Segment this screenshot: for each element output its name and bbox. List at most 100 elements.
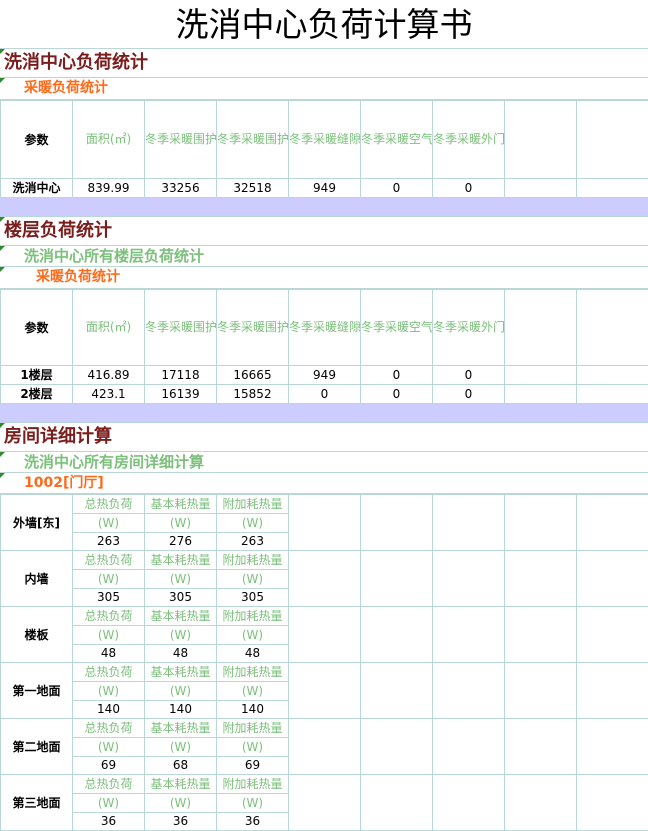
row-label: 1楼层 xyxy=(1,366,73,385)
cell-air: 0 xyxy=(361,179,433,198)
header-basic-heat: 冬季采暖围护结构基本耗热量(W) xyxy=(145,290,217,366)
unit-label: (W) xyxy=(217,626,289,645)
cell-basic: 16139 xyxy=(145,385,217,404)
room-item-header-row: 第三地面总热负荷基本耗热量附加耗热量 xyxy=(1,775,648,794)
room-item-header-row: 楼板总热负荷基本耗热量附加耗热量 xyxy=(1,607,648,626)
value-cell: 36 xyxy=(217,813,289,831)
unit-label: (W) xyxy=(217,738,289,757)
col-head: 总热负荷 xyxy=(73,775,145,794)
empty-cell xyxy=(361,663,433,719)
col-head: 基本耗热量 xyxy=(145,775,217,794)
empty-cell xyxy=(505,495,577,551)
empty-cell xyxy=(505,101,577,179)
unit-label: (W) xyxy=(73,570,145,589)
header-door-heat: 冬季采暖外门开启冲入冷风耗热量(W) xyxy=(433,290,505,366)
unit-label: (W) xyxy=(217,682,289,701)
cell-basic: 33256 xyxy=(145,179,217,198)
unit-label: (W) xyxy=(217,514,289,533)
center-load-table: 参数 面积(㎡) 冬季采暖围护结构基本耗热量(W) 冬季采暖围护结构附加耗热量(… xyxy=(0,100,648,198)
empty-cell xyxy=(577,775,648,831)
room-item-header-row: 第二地面总热负荷基本耗热量附加耗热量 xyxy=(1,719,648,738)
col-head: 基本耗热量 xyxy=(145,495,217,514)
empty-cell xyxy=(433,775,505,831)
separator-band xyxy=(0,404,648,423)
value-cell: 140 xyxy=(145,701,217,719)
unit-label: (W) xyxy=(145,682,217,701)
empty-cell xyxy=(361,719,433,775)
col-head: 附加耗热量 xyxy=(217,719,289,738)
row-label: 洗消中心 xyxy=(1,179,73,198)
room-item-label: 楼板 xyxy=(1,607,73,663)
value-cell: 305 xyxy=(217,589,289,607)
value-cell: 36 xyxy=(73,813,145,831)
unit-label: (W) xyxy=(73,514,145,533)
unit-label: (W) xyxy=(145,738,217,757)
value-cell: 140 xyxy=(217,701,289,719)
col-head: 附加耗热量 xyxy=(217,495,289,514)
cell-extra: 32518 xyxy=(217,179,289,198)
section-title-center-load: 洗消中心负荷统计 xyxy=(0,49,648,78)
col-head: 附加耗热量 xyxy=(217,551,289,570)
room-item-label: 内墙 xyxy=(1,551,73,607)
empty-cell xyxy=(505,607,577,663)
cell-extra: 15852 xyxy=(217,385,289,404)
empty-cell xyxy=(505,663,577,719)
subsection-heating-load: 采暖负荷统计 xyxy=(0,78,648,100)
empty-cell xyxy=(577,663,648,719)
value-cell: 263 xyxy=(217,533,289,551)
empty-cell xyxy=(577,366,648,385)
value-cell: 68 xyxy=(145,757,217,775)
value-cell: 48 xyxy=(145,645,217,663)
col-head: 基本耗热量 xyxy=(145,551,217,570)
unit-label: (W) xyxy=(145,570,217,589)
cell-door: 0 xyxy=(433,179,505,198)
header-extra-heat: 冬季采暖围护结构附加耗热量(W) xyxy=(217,290,289,366)
empty-cell xyxy=(577,101,648,179)
col-head: 附加耗热量 xyxy=(217,775,289,794)
subsection-floor-heating: 采暖负荷统计 xyxy=(0,267,648,289)
empty-cell xyxy=(577,290,648,366)
floor-load-table: 参数 面积(㎡) 冬季采暖围护结构基本耗热量(W) 冬季采暖围护结构附加耗热量(… xyxy=(0,289,648,404)
cell-gap: 949 xyxy=(289,366,361,385)
empty-cell xyxy=(577,495,648,551)
col-head: 总热负荷 xyxy=(73,607,145,626)
col-head: 基本耗热量 xyxy=(145,719,217,738)
value-cell: 305 xyxy=(145,589,217,607)
empty-cell xyxy=(361,607,433,663)
empty-cell xyxy=(505,366,577,385)
section-title-floor-load: 楼层负荷统计 xyxy=(0,217,648,246)
subsection-all-rooms: 洗消中心所有房间详细计算 xyxy=(0,452,648,473)
col-head: 基本耗热量 xyxy=(145,663,217,682)
header-gap-heat: 冬季采暖缝隙渗透耗热量(W) xyxy=(289,101,361,179)
cell-extra: 16665 xyxy=(217,366,289,385)
row-label: 2楼层 xyxy=(1,385,73,404)
empty-cell xyxy=(433,719,505,775)
unit-label: (W) xyxy=(217,570,289,589)
header-param: 参数 xyxy=(1,101,73,179)
spreadsheet: 洗消中心负荷计算书 洗消中心负荷统计 采暖负荷统计 参数 面积(㎡) 冬季采暖围… xyxy=(0,0,648,825)
room-item-label: 第二地面 xyxy=(1,719,73,775)
value-cell: 276 xyxy=(145,533,217,551)
cell-door: 0 xyxy=(433,366,505,385)
empty-cell xyxy=(577,179,648,198)
value-cell: 263 xyxy=(73,533,145,551)
document-title: 洗消中心负荷计算书 xyxy=(0,0,648,49)
header-air-heat: 冬季采暖空气渗透耗热量(W) xyxy=(361,101,433,179)
unit-label: (W) xyxy=(145,626,217,645)
empty-cell xyxy=(289,719,361,775)
col-head: 总热负荷 xyxy=(73,495,145,514)
empty-cell xyxy=(577,607,648,663)
unit-label: (W) xyxy=(73,738,145,757)
value-cell: 305 xyxy=(73,589,145,607)
col-head: 附加耗热量 xyxy=(217,663,289,682)
empty-cell xyxy=(433,495,505,551)
section-title-room-detail: 房间详细计算 xyxy=(0,423,648,452)
col-head: 附加耗热量 xyxy=(217,607,289,626)
value-cell: 69 xyxy=(217,757,289,775)
table-row: 1楼层 416.89 17118 16665 949 0 0 xyxy=(1,366,648,385)
room-item-header-row: 第一地面总热负荷基本耗热量附加耗热量 xyxy=(1,663,648,682)
col-head: 总热负荷 xyxy=(73,551,145,570)
unit-label: (W) xyxy=(145,514,217,533)
empty-cell xyxy=(505,290,577,366)
room-item-label: 第三地面 xyxy=(1,775,73,831)
